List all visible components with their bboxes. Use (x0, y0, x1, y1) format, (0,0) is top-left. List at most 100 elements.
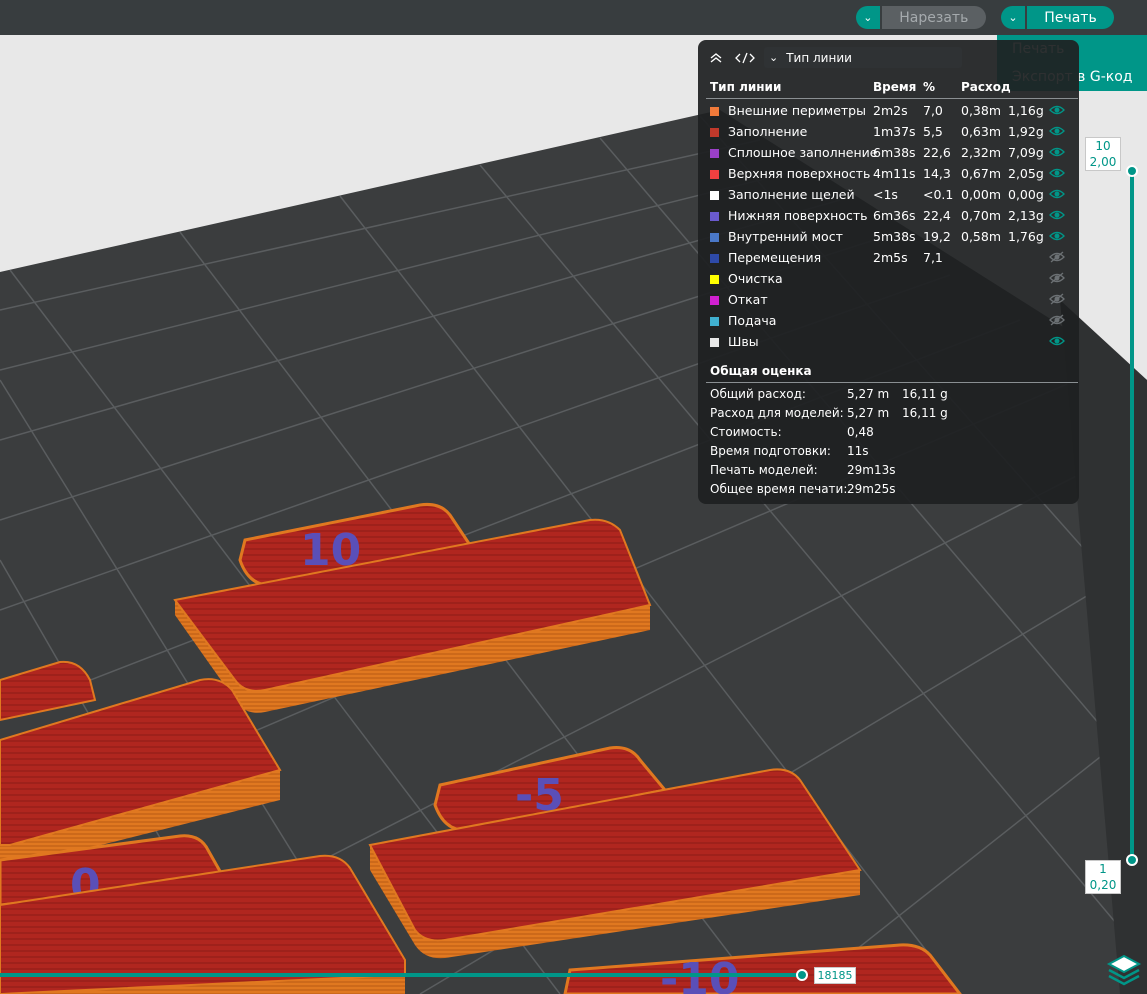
code-icon[interactable] (734, 50, 756, 66)
legend-row[interactable]: Очистка (698, 268, 1079, 289)
layer-top-label: 10 2,00 (1085, 137, 1121, 171)
line-type-length: 0,70m (961, 208, 1002, 223)
eye-icon[interactable] (1049, 229, 1065, 243)
header-usage: Расход (961, 80, 1011, 94)
legend-row[interactable]: Внутренний мост 5m38s 19,2 0,58m 1,76g (698, 226, 1079, 247)
color-swatch (710, 296, 719, 305)
line-type-name: Верхняя поверхность (728, 166, 871, 181)
chevron-down-icon: ⌄ (769, 51, 779, 64)
legend-row[interactable]: Откат (698, 289, 1079, 310)
line-type-percent: <0.1 (923, 187, 954, 202)
summary-divider (706, 382, 1078, 383)
gcode-legend-panel: ⌄ Тип линии Тип линии Время % Расход Вне… (698, 40, 1079, 504)
eye-icon[interactable] (1049, 208, 1065, 222)
view-type-dropdown[interactable]: ⌄ Тип линии (764, 47, 962, 68)
summary-row: Общий расход: 5,27 m 16,11 g (698, 385, 1079, 404)
eye-icon[interactable] (1049, 124, 1065, 138)
eye-icon[interactable] (1049, 334, 1065, 348)
line-type-length: 0,00m (961, 187, 1002, 202)
summary-label: Общий расход: (710, 387, 806, 401)
line-type-weight: 1,76g (1008, 229, 1044, 244)
eye-off-icon[interactable] (1049, 271, 1065, 285)
header-line-type: Тип линии (710, 80, 782, 94)
eye-off-icon[interactable] (1049, 292, 1065, 306)
summary-row: Печать моделей: 29m13s (698, 461, 1079, 480)
legend-row[interactable]: Нижняя поверхность 6m36s 22,4 0,70m 2,13g (698, 205, 1079, 226)
line-type-name: Нижняя поверхность (728, 208, 868, 223)
eye-icon[interactable] (1049, 103, 1065, 117)
move-slider-value: 18185 (814, 967, 856, 984)
line-type-name: Швы (728, 334, 759, 349)
layer-slider-bottom-handle[interactable] (1126, 854, 1138, 866)
legend-row[interactable]: Швы (698, 331, 1079, 352)
line-type-weight: 2,13g (1008, 208, 1044, 223)
line-type-weight: 2,05g (1008, 166, 1044, 181)
line-type-percent: 7,0 (923, 103, 943, 118)
line-type-time: 5m38s (873, 229, 916, 244)
chevron-down-icon[interactable]: ⌄ (1001, 6, 1025, 29)
bottom-layer-height: 0,20 (1089, 878, 1117, 892)
legend-row[interactable]: Заполнение 1m37s 5,5 0,63m 1,92g (698, 121, 1079, 142)
summary-row: Стоимость: 0,48 (698, 423, 1079, 442)
summary-label: Стоимость: (710, 425, 782, 439)
chevron-down-icon[interactable]: ⌄ (856, 6, 880, 29)
summary-label: Время подготовки: (710, 444, 831, 458)
line-type-length: 0,63m (961, 124, 1002, 139)
move-slider-track[interactable] (0, 973, 802, 977)
line-type-name: Откат (728, 292, 768, 307)
summary-value-2: 16,11 g (902, 406, 948, 420)
layer-slider-track[interactable] (1130, 170, 1134, 860)
legend-row[interactable]: Внешние периметры 2m2s 7,0 0,38m 1,16g (698, 100, 1079, 121)
print-button[interactable]: Печать (1027, 6, 1114, 29)
summary-row: Общее время печати: 29m25s (698, 480, 1079, 499)
line-type-name: Сплошное заполнение (728, 145, 878, 160)
slice-split-button[interactable]: ⌄ Нарезать (856, 6, 986, 29)
color-swatch (710, 233, 719, 242)
color-swatch (710, 317, 719, 326)
legend-row[interactable]: Перемещения 2m5s 7,1 (698, 247, 1079, 268)
summary-label: Печать моделей: (710, 463, 818, 477)
line-type-name: Перемещения (728, 250, 822, 265)
slice-button[interactable]: Нарезать (881, 6, 986, 29)
line-type-length: 0,58m (961, 229, 1002, 244)
summary-value-1: 0,48 (847, 425, 874, 439)
line-type-length: 2,32m (961, 145, 1002, 160)
line-type-percent: 19,2 (923, 229, 951, 244)
summary-value-1: 29m25s (847, 482, 896, 496)
collapse-icon[interactable] (708, 50, 724, 66)
line-type-percent: 7,1 (923, 250, 943, 265)
layers-icon[interactable] (1106, 952, 1142, 988)
color-swatch (710, 191, 719, 200)
top-layer-number: 10 (1095, 139, 1111, 153)
color-swatch (710, 149, 719, 158)
summary-value-1: 5,27 m (847, 387, 890, 401)
eye-off-icon[interactable] (1049, 250, 1065, 264)
top-layer-height: 2,00 (1089, 155, 1117, 169)
bottom-layer-number: 1 (1099, 862, 1107, 876)
summary-value-1: 11s (847, 444, 869, 458)
summary-label: Расход для моделей: (710, 406, 844, 420)
legend-row[interactable]: Верхняя поверхность 4m11s 14,3 0,67m 2,05g (698, 163, 1079, 184)
legend-row[interactable]: Заполнение щелей <1s <0.1 0,00m 0,00g (698, 184, 1079, 205)
legend-row[interactable]: Подача (698, 310, 1079, 331)
line-type-name: Заполнение щелей (728, 187, 855, 202)
line-type-percent: 22,4 (923, 208, 951, 223)
summary-value-2: 16,11 g (902, 387, 948, 401)
summary-value-1: 29m13s (847, 463, 896, 477)
color-swatch (710, 128, 719, 137)
print-split-button[interactable]: ⌄ Печать (1001, 6, 1114, 29)
line-type-time: 2m5s (873, 250, 908, 265)
layer-slider-top-handle[interactable] (1126, 165, 1138, 177)
move-slider-handle[interactable] (796, 969, 808, 981)
eye-icon[interactable] (1049, 145, 1065, 159)
eye-icon[interactable] (1049, 166, 1065, 180)
top-toolbar: ⌄ Нарезать ⌄ Печать (0, 0, 1147, 35)
color-swatch (710, 107, 719, 116)
color-swatch (710, 212, 719, 221)
header-time: Время (873, 80, 917, 94)
line-type-length: 0,67m (961, 166, 1002, 181)
eye-icon[interactable] (1049, 187, 1065, 201)
legend-row[interactable]: Сплошное заполнение 6m38s 22,6 2,32m 7,09g (698, 142, 1079, 163)
line-type-time: 6m38s (873, 145, 916, 160)
eye-off-icon[interactable] (1049, 313, 1065, 327)
